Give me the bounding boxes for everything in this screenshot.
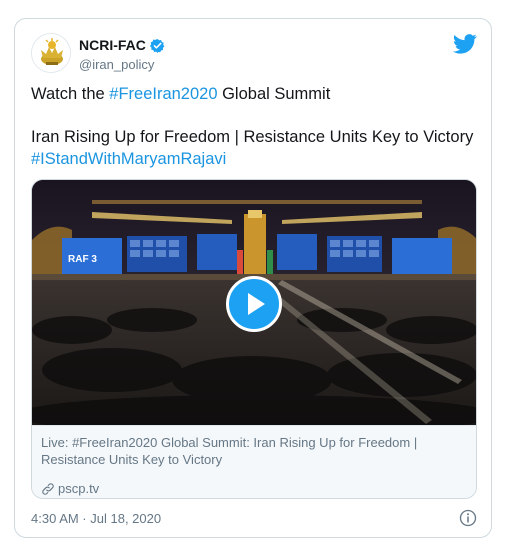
screen-text: RAF 3 xyxy=(68,254,97,265)
twitter-bird-icon[interactable] xyxy=(453,34,477,54)
tweet-timestamp[interactable]: 4:30 AM · Jul 18, 2020 xyxy=(31,511,161,526)
tweet-text-line1: Watch the #FreeIran2020 Global Summit xyxy=(31,85,331,103)
hashtag-link[interactable]: #IStandWithMaryamRajavi xyxy=(31,150,226,168)
verified-icon xyxy=(149,38,165,53)
account-handle[interactable]: @iran_policy xyxy=(79,57,154,72)
tweet-text-line3: #IStandWithMaryamRajavi xyxy=(31,148,226,170)
link-icon xyxy=(42,482,54,495)
video-thumbnail[interactable]: RAF 3 xyxy=(32,180,476,425)
hashtag-link[interactable]: #FreeIran2020 xyxy=(109,85,217,103)
media-card[interactable]: RAF 3 Live: #FreeIran2020 Global Summit:… xyxy=(31,179,477,499)
account-name[interactable]: NCRI-FAC xyxy=(79,37,146,53)
tweet-text-line2: Iran Rising Up for Freedom | Resistance … xyxy=(31,128,474,146)
link-domain[interactable]: pscp.tv xyxy=(41,481,99,496)
play-icon xyxy=(248,293,265,315)
play-button[interactable] xyxy=(226,276,282,332)
avatar[interactable] xyxy=(31,33,71,73)
link-preview[interactable]: Live: #FreeIran2020 Global Summit: Iran … xyxy=(32,425,476,498)
info-icon[interactable] xyxy=(459,509,477,527)
link-title[interactable]: Live: #FreeIran2020 Global Summit: Iran … xyxy=(41,434,461,468)
tweet-card[interactable]: NCRI-FAC @iran_policy Watch the #FreeIra… xyxy=(14,18,492,538)
avatar-logo-icon xyxy=(32,34,70,72)
